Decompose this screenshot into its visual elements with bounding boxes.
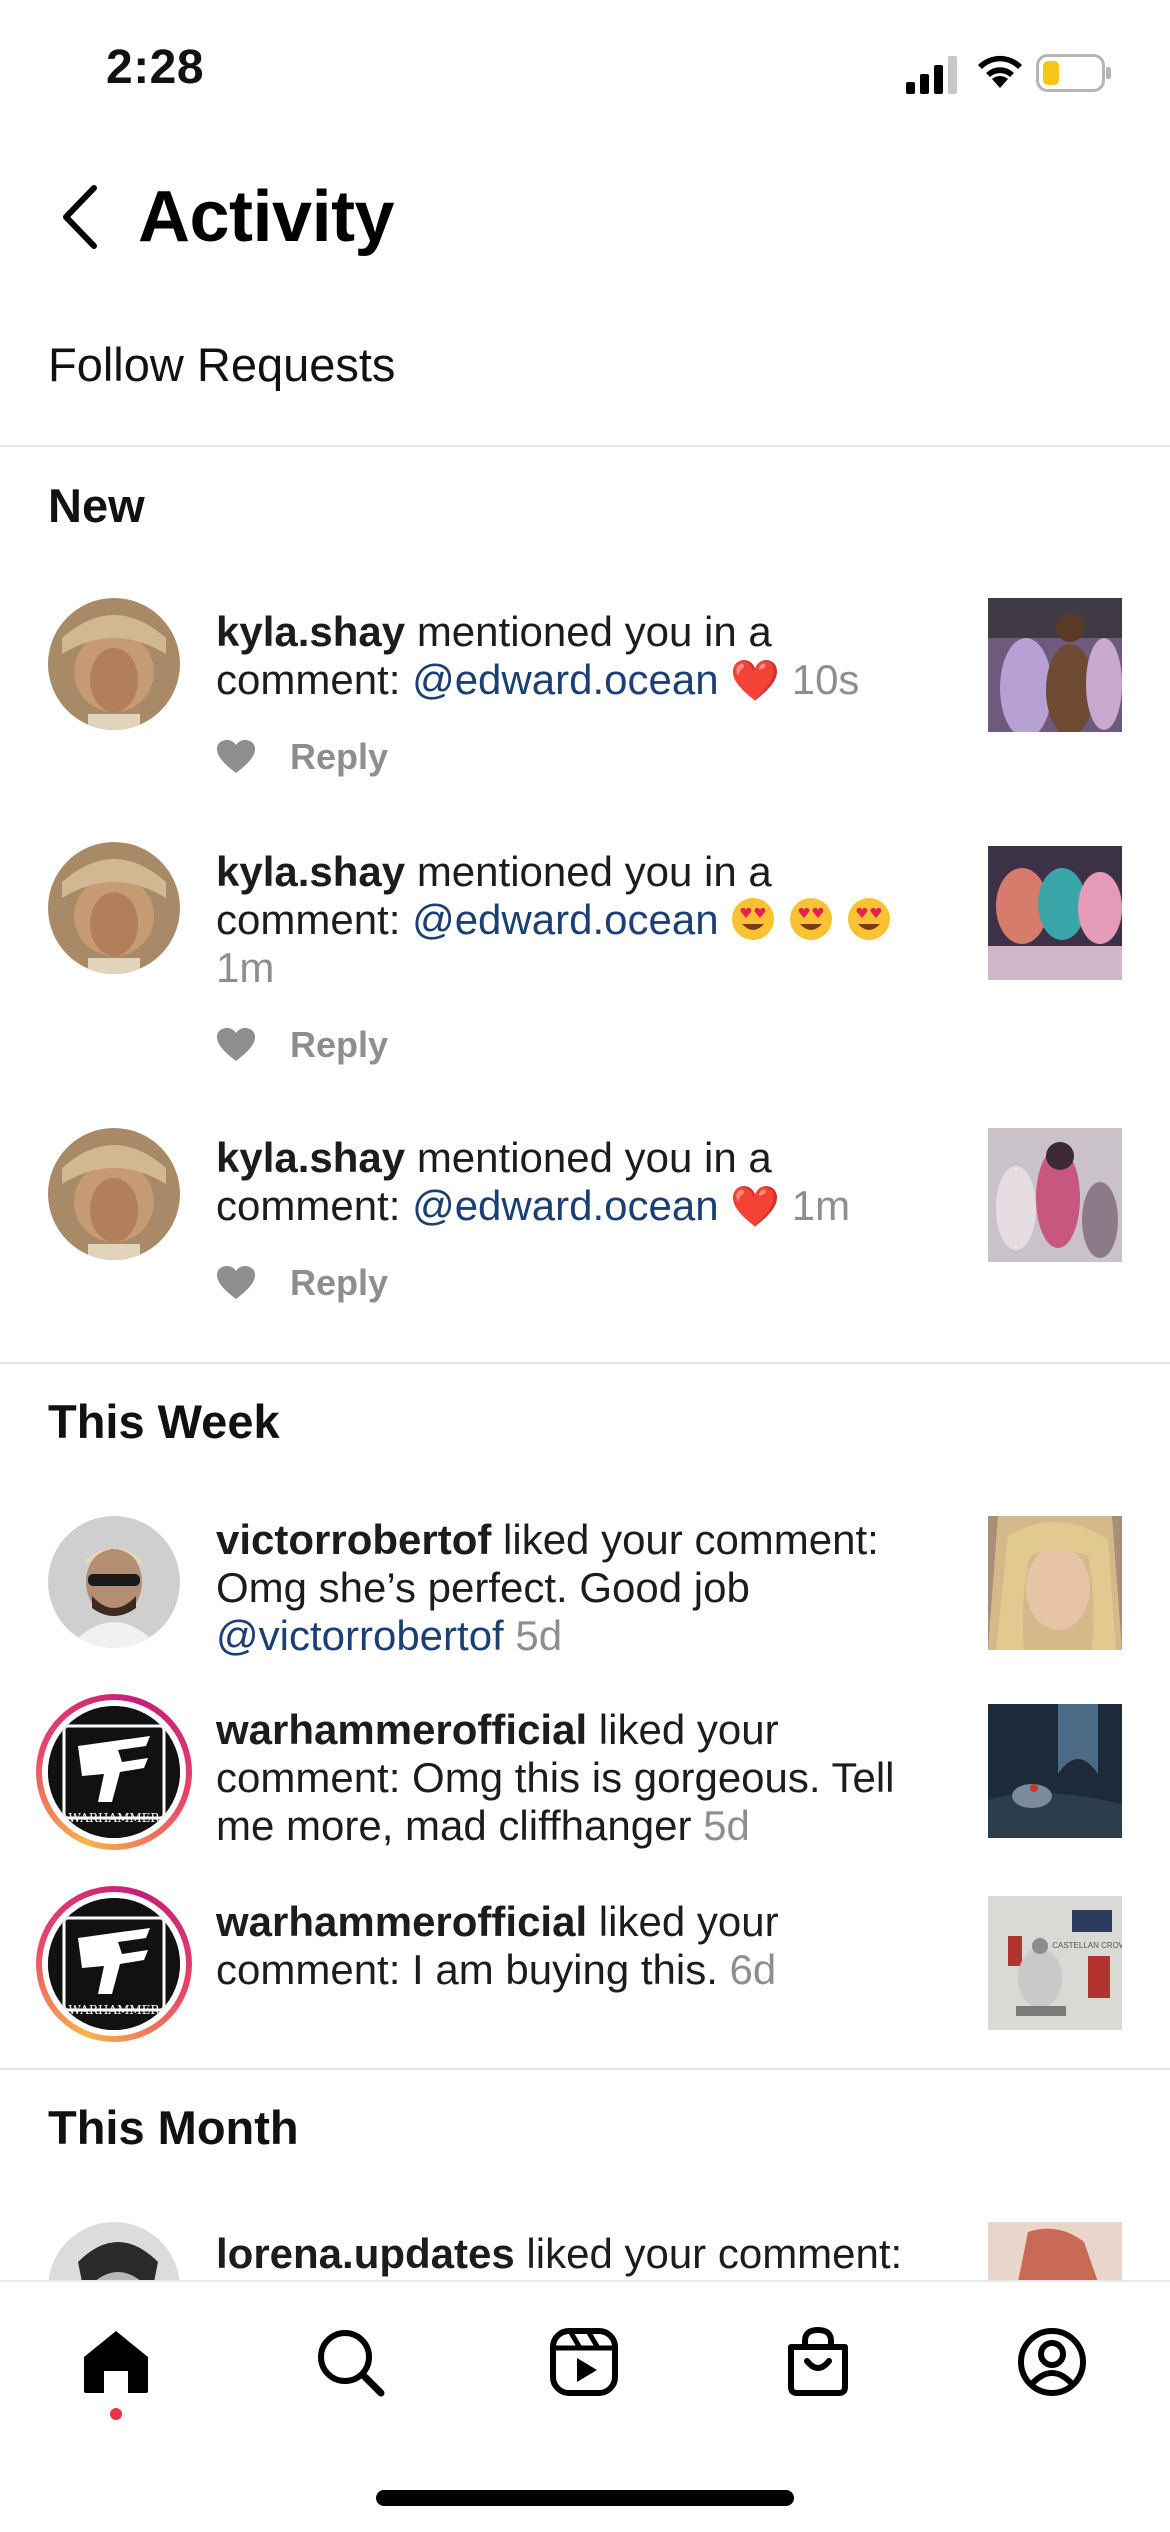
notification-text: lorena.updates liked your comment: [216,2230,956,2278]
post-thumbnail[interactable] [988,846,1122,980]
post-thumbnail-image [988,598,1122,732]
username[interactable]: kyla.shay [216,1134,405,1181]
search-icon [318,2330,385,2397]
home-indicator[interactable] [376,2490,794,2506]
bottom-tab-bar [0,2280,1170,2532]
section-title-new: New [48,479,145,532]
post-thumbnail[interactable]: CASTELLAN CROWE [988,1896,1122,2030]
profile-icon [1018,2328,1086,2396]
heart-eyes-emoji [847,898,890,940]
back-button[interactable] [50,182,110,252]
notification-dot [110,2408,122,2420]
timestamp: 6d [729,1946,777,1993]
post-thumbnail-image [988,846,1122,980]
avatar-victorrobertof[interactable] [48,1516,180,1648]
avatar-kyla-shay[interactable] [48,598,180,730]
warhammer-logo-avatar-image: WARHAMMER [48,1898,180,2030]
timestamp: 1m [216,944,275,991]
magazine-cover-avatar-image [48,842,180,974]
header: Activity [0,160,1170,270]
warhammer-logo-text: WARHAMMER [69,1811,161,1825]
battery-icon [1036,54,1111,92]
red-heart-emoji: ❤️ [730,1184,781,1230]
section-title-this-week: This Week [48,1395,280,1448]
post-thumbnail[interactable] [988,598,1122,732]
timestamp: 10s [791,656,860,703]
post-thumbnail[interactable] [988,1516,1122,1650]
username[interactable]: kyla.shay [216,848,405,895]
mention-link[interactable]: @edward.ocean [412,1182,719,1229]
section-title-this-month: This Month [48,2101,299,2154]
timestamp: 1m [791,1182,851,1229]
warhammer-logo-avatar-image: WARHAMMER [48,1706,180,1838]
reels-icon [550,2328,618,2396]
mention-link[interactable]: @victorrobertof [216,1612,504,1659]
reply-button[interactable]: Reply [290,1024,388,1066]
tab-shop[interactable] [778,2322,858,2402]
reply-button[interactable]: Reply [290,736,388,778]
notification-action: liked your comment: [514,2230,903,2277]
product-box-text: CASTELLAN CROWE [1052,1941,1122,1950]
status-time: 2:28 [106,41,205,94]
username[interactable]: warhammerofficial [216,1706,587,1753]
heart-like-icon[interactable] [216,1265,256,1301]
notification-text: kyla.shay mentioned you in a comment: @e… [216,608,956,705]
mention-link[interactable]: @edward.ocean [412,896,719,943]
timestamp: 5d [703,1802,750,1849]
username[interactable]: warhammerofficial [216,1898,587,1945]
shopping-bag-icon [788,2327,848,2396]
cellular-signal-icon [906,56,957,94]
comment-actions: Reply [216,1258,388,1308]
warhammer-logo-text: WARHAMMER [69,2003,161,2017]
tab-search[interactable] [310,2322,390,2402]
divider [0,1362,1170,1364]
username[interactable]: lorena.updates [216,2230,515,2277]
avatar-warhammerofficial[interactable]: WARHAMMER [36,1694,192,1850]
notification-text: kyla.shay mentioned you in a comment: @e… [216,848,956,992]
notification-text: warhammerofficial liked your comment: Om… [216,1706,956,1850]
post-thumbnail[interactable] [988,1128,1122,1262]
wifi-icon [978,55,1022,88]
profile-photo-image [48,1516,180,1648]
avatar-kyla-shay[interactable] [48,1128,180,1260]
notification-text: victorrobertof liked your comment: Omg s… [216,1516,956,1660]
tab-profile[interactable] [1012,2322,1092,2402]
post-thumbnail-image [988,1704,1122,1838]
timestamp: 5d [515,1612,563,1659]
home-icon [84,2331,148,2393]
username[interactable]: victorrobertof [216,1516,491,1563]
comment-actions: Reply [216,1020,388,1070]
username[interactable]: kyla.shay [216,608,405,655]
divider [0,2068,1170,2070]
heart-like-icon[interactable] [216,1027,256,1063]
post-thumbnail-image: CASTELLAN CROWE [988,1896,1122,2030]
post-thumbnail-image [988,1128,1122,1262]
page-title: Activity [138,177,395,257]
post-thumbnail[interactable] [988,1704,1122,1838]
reply-button[interactable]: Reply [290,1262,388,1304]
notification-text: warhammerofficial liked your comment: I … [216,1898,956,1994]
comment-actions: Reply [216,732,388,782]
tab-reels[interactable] [544,2322,624,2402]
notification-text: kyla.shay mentioned you in a comment: @e… [216,1134,956,1231]
follow-requests-link[interactable]: Follow Requests [0,310,1170,444]
heart-eyes-emoji [789,898,832,940]
heart-eyes-emoji [732,898,775,940]
magazine-cover-avatar-image [48,598,180,730]
magazine-cover-avatar-image [48,1128,180,1260]
status-bar: 2:28 [0,0,1170,140]
tab-home[interactable] [76,2322,156,2402]
red-heart-emoji: ❤️ [730,658,781,704]
chevron-left-icon [63,185,97,249]
avatar-warhammerofficial[interactable]: WARHAMMER [36,1886,192,2042]
avatar-kyla-shay[interactable] [48,842,180,974]
divider [0,445,1170,447]
heart-like-icon[interactable] [216,739,256,775]
post-thumbnail-image [988,1516,1122,1650]
mention-link[interactable]: @edward.ocean [412,656,719,703]
